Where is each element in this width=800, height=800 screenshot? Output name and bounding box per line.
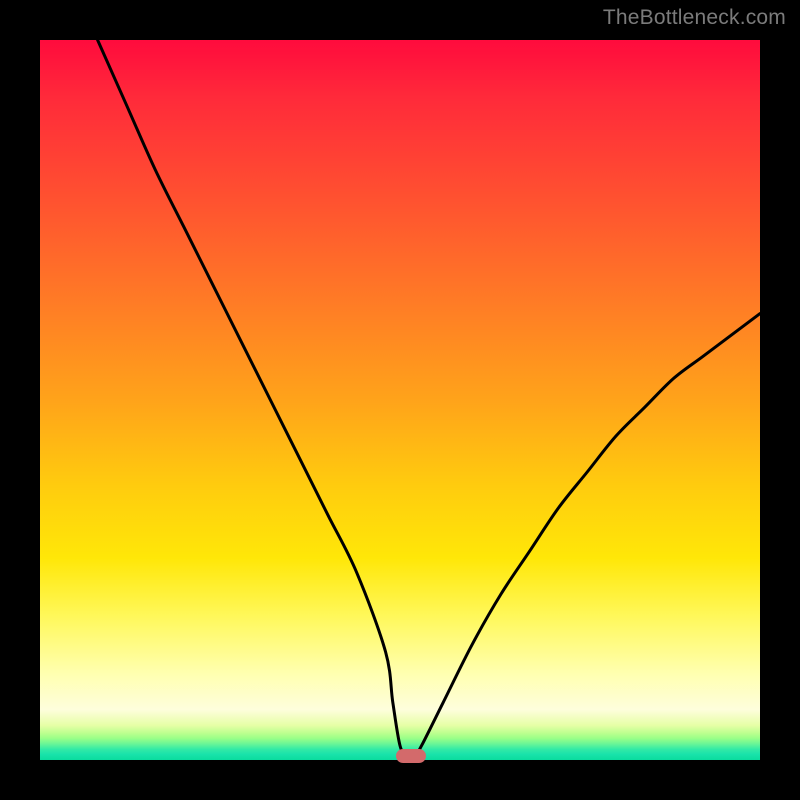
- watermark-text: TheBottleneck.com: [603, 6, 786, 30]
- plot-area: [40, 40, 760, 760]
- min-marker: [396, 749, 426, 763]
- bottleneck-curve: [40, 40, 760, 760]
- chart-frame: TheBottleneck.com: [0, 0, 800, 800]
